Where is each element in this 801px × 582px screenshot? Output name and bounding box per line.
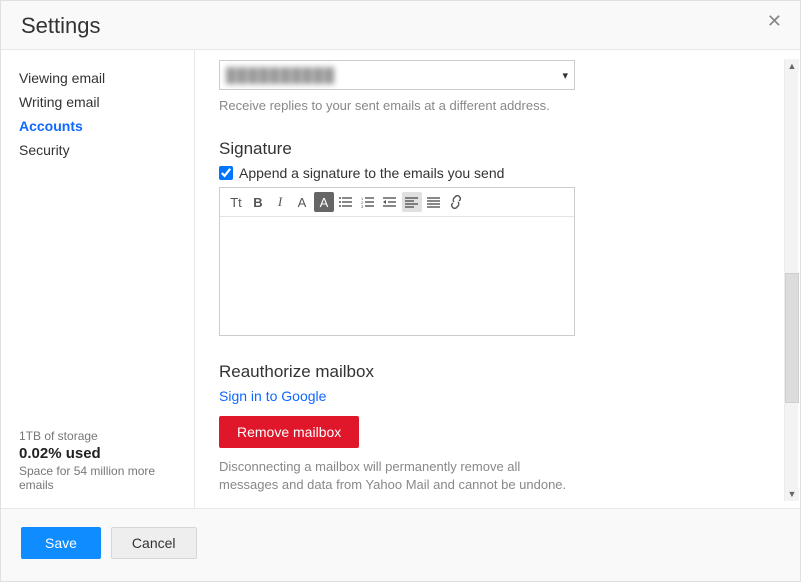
dialog-body: Viewing email Writing email Accounts Sec… <box>1 49 800 509</box>
nav-item-accounts[interactable]: Accounts <box>19 114 176 138</box>
outdent-icon[interactable] <box>380 192 400 212</box>
storage-used: 0.02% used <box>19 445 176 462</box>
signature-editor: Tt B I A A 123 <box>219 187 575 336</box>
reply-address-value: ██████████ <box>226 67 335 83</box>
save-button[interactable]: Save <box>21 527 101 559</box>
main-panel: ██████████ ▾ Receive replies to your sen… <box>195 50 800 508</box>
append-signature-row[interactable]: Append a signature to the emails you sen… <box>219 165 776 181</box>
reply-address-select[interactable]: ██████████ ▾ <box>219 60 575 90</box>
scroll-up-icon[interactable]: ▲ <box>785 59 799 73</box>
append-signature-label: Append a signature to the emails you sen… <box>239 165 504 181</box>
sidebar: Viewing email Writing email Accounts Sec… <box>1 50 195 508</box>
storage-info: 1TB of storage 0.02% used Space for 54 m… <box>19 429 176 492</box>
scroll-down-icon[interactable]: ▼ <box>785 487 799 501</box>
scroll-thumb[interactable] <box>785 273 799 403</box>
remove-mailbox-button[interactable]: Remove mailbox <box>219 416 359 448</box>
storage-total: 1TB of storage <box>19 429 176 443</box>
signature-textarea[interactable] <box>220 217 574 335</box>
align-justify-icon[interactable] <box>424 192 444 212</box>
font-color-icon[interactable]: A <box>292 192 312 212</box>
scrollbar[interactable]: ▲ ▼ <box>784 59 798 501</box>
dialog-title: Settings <box>21 13 780 39</box>
append-signature-checkbox[interactable] <box>219 166 233 180</box>
reauth-title: Reauthorize mailbox <box>219 362 776 382</box>
dialog-header: Settings <box>1 1 800 49</box>
align-left-icon[interactable] <box>402 192 422 212</box>
bold-icon[interactable]: B <box>248 192 268 212</box>
signature-title: Signature <box>219 139 776 159</box>
link-icon[interactable] <box>446 192 466 212</box>
number-list-icon[interactable]: 123 <box>358 192 378 212</box>
dialog-footer: Save Cancel <box>1 509 800 577</box>
storage-remaining: Space for 54 million more emails <box>19 464 176 492</box>
highlight-icon[interactable]: A <box>314 192 334 212</box>
settings-dialog: ✕ Settings Viewing email Writing email A… <box>0 0 801 582</box>
sign-in-google-link[interactable]: Sign in to Google <box>219 388 326 404</box>
remove-mailbox-desc: Disconnecting a mailbox will permanently… <box>219 458 579 494</box>
italic-icon[interactable]: I <box>270 192 290 212</box>
chevron-down-icon: ▾ <box>562 69 568 82</box>
close-button[interactable]: ✕ <box>767 11 782 32</box>
svg-text:3: 3 <box>361 204 364 208</box>
reply-helper-text: Receive replies to your sent emails at a… <box>219 98 776 113</box>
nav-item-security[interactable]: Security <box>19 138 176 162</box>
nav-item-viewing-email[interactable]: Viewing email <box>19 66 176 90</box>
editor-toolbar: Tt B I A A 123 <box>220 188 574 217</box>
font-size-icon[interactable]: Tt <box>226 192 246 212</box>
nav: Viewing email Writing email Accounts Sec… <box>19 66 176 429</box>
bullet-list-icon[interactable] <box>336 192 356 212</box>
nav-item-writing-email[interactable]: Writing email <box>19 90 176 114</box>
cancel-button[interactable]: Cancel <box>111 527 197 559</box>
